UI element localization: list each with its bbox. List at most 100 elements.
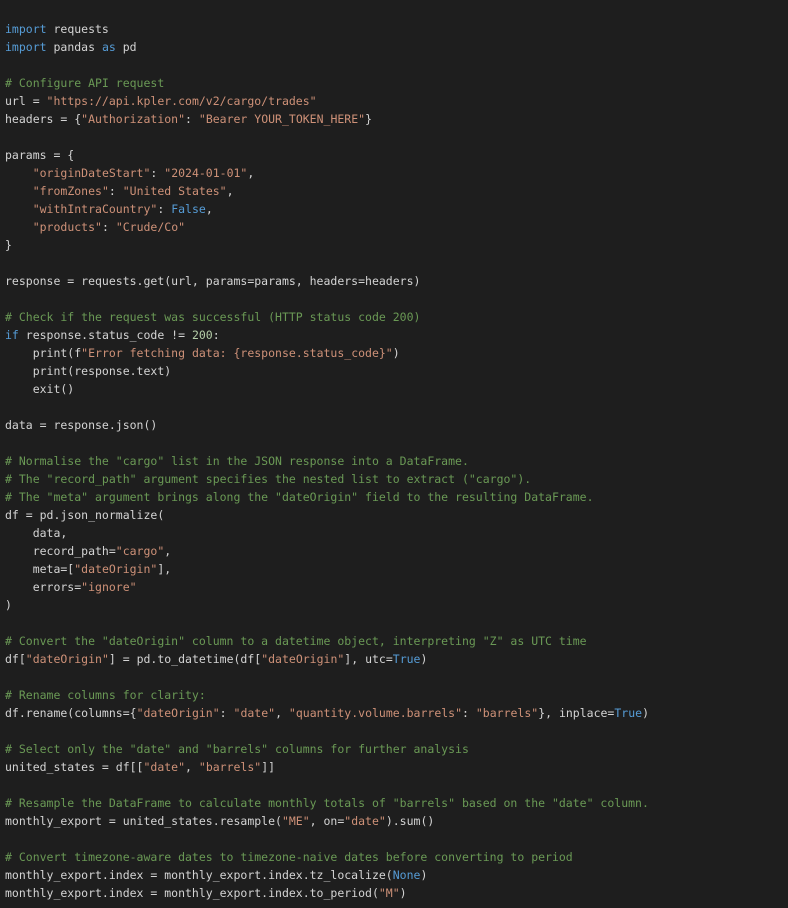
code-token: "Crude/Co": [115, 220, 186, 234]
code-token: meta=[: [5, 562, 75, 576]
code-token: df.rename(columns={: [5, 706, 137, 720]
code-line: # The "meta" argument brings along the "…: [5, 488, 785, 506]
code-token: "barrels": [198, 760, 262, 774]
code-token: "Bearer YOUR_TOKEN_HERE": [198, 112, 366, 126]
code-token: import: [5, 40, 47, 54]
code-token: as: [101, 40, 116, 54]
code-token: "https://api.kpler.com/v2/cargo/trades": [46, 94, 317, 108]
code-token: # The "meta" argument brings along the "…: [5, 490, 594, 504]
code-token: ], utc=: [344, 652, 393, 666]
code-token: monthly_export = united_states.resample(: [5, 814, 282, 828]
code-token: response = requests.get(url, params=para…: [5, 274, 421, 288]
code-token: ): [399, 886, 407, 900]
code-line: united_states = df[["date", "barrels"]]: [5, 758, 785, 776]
code-token: ): [5, 598, 12, 612]
code-token: "barrels": [475, 706, 539, 720]
code-token: :: [185, 112, 199, 126]
code-token: "ME": [281, 814, 310, 828]
code-token: True: [614, 706, 643, 720]
code-line: "products": "Crude/Co": [5, 218, 785, 236]
code-line: print(response.text): [5, 362, 785, 380]
code-token: # Configure API request: [5, 76, 165, 90]
code-token: None: [392, 868, 421, 882]
code-line: errors="ignore": [5, 578, 785, 596]
code-token: url =: [5, 94, 47, 108]
code-token: "quantity.volume.barrels": [288, 706, 463, 720]
code-token: False: [171, 202, 206, 216]
code-token: "ignore": [81, 580, 137, 594]
code-line: df.rename(columns={"dateOrigin": "date",…: [5, 704, 785, 722]
code-token: :: [101, 220, 116, 234]
code-token: "cargo": [115, 544, 165, 558]
code-line: data = response.json(): [5, 416, 785, 434]
code-token: :: [157, 202, 172, 216]
code-token: errors=: [5, 580, 82, 594]
code-token: requests: [46, 22, 109, 36]
code-token: "dateOrigin": [261, 652, 345, 666]
code-token: ): [420, 652, 428, 666]
code-token: df[: [5, 652, 26, 666]
code-token: "originDateStart": [32, 166, 151, 180]
code-token: df = pd.json_normalize(: [5, 508, 165, 522]
code-token: ]]: [261, 760, 276, 774]
code-line: monthly_export = united_states.resample(…: [5, 812, 785, 830]
code-token: ): [392, 346, 400, 360]
code-token: # Normalise the "cargo" list in the JSON…: [5, 454, 469, 468]
code-token: # Rename columns for clarity:: [5, 688, 206, 702]
code-line: # The "record_path" argument specifies t…: [5, 470, 785, 488]
code-token: "date": [233, 706, 276, 720]
code-token: params = {: [5, 148, 75, 162]
code-line: if response.status_code != 200:: [5, 326, 785, 344]
code-editor[interactable]: import requests import pandas as pd # Con…: [5, 20, 785, 902]
code-token: ,: [247, 166, 255, 180]
code-token: pandas: [46, 40, 102, 54]
code-token: data = response.json(): [5, 418, 158, 432]
code-token: ],: [157, 562, 172, 576]
code-line: # Resample the DataFrame to calculate mo…: [5, 794, 785, 812]
code-token: }: [365, 112, 372, 126]
code-token: pd: [115, 40, 137, 54]
code-token: if: [5, 328, 19, 342]
code-line: data,: [5, 524, 785, 542]
code-line: # Check if the request was successful (H…: [5, 308, 785, 326]
code-token: "Authorization": [81, 112, 186, 126]
code-token: print(response.text): [5, 364, 172, 378]
code-token: print(f: [5, 346, 82, 360]
code-token: 200: [191, 328, 213, 342]
code-line: monthly_export.index = monthly_export.in…: [5, 866, 785, 884]
code-token: True: [392, 652, 421, 666]
code-line: # Convert the "dateOrigin" column to a d…: [5, 632, 785, 650]
code-token: , on=: [309, 814, 345, 828]
code-token: "dateOrigin": [25, 652, 109, 666]
code-token: exit(): [5, 382, 75, 396]
code-line: headers = {"Authorization": "Bearer YOUR…: [5, 110, 785, 128]
code-line: # Configure API request: [5, 74, 785, 92]
code-token: "Error fetching data: {response.status_c…: [81, 346, 393, 360]
code-token: ).sum(): [385, 814, 435, 828]
code-token: ): [642, 706, 649, 720]
code-line: # Rename columns for clarity:: [5, 686, 785, 704]
code-line: meta=["dateOrigin"],: [5, 560, 785, 578]
code-token: "products": [32, 220, 102, 234]
code-token: "withIntraCountry": [32, 202, 158, 216]
code-line: "fromZones": "United States",: [5, 182, 785, 200]
code-line: df = pd.json_normalize(: [5, 506, 785, 524]
code-token: monthly_export.index = monthly_export.in…: [5, 868, 393, 882]
code-token: "M": [378, 886, 400, 900]
code-token: # Resample the DataFrame to calculate mo…: [5, 796, 649, 810]
code-token: :: [212, 328, 220, 342]
code-line: print(f"Error fetching data: {response.s…: [5, 344, 785, 362]
code-token: ,: [205, 202, 213, 216]
code-token: united_states = df[[: [5, 760, 144, 774]
code-token: ] = pd.to_datetime(df[: [108, 652, 262, 666]
code-line: }: [5, 236, 785, 254]
code-token: ,: [185, 760, 199, 774]
